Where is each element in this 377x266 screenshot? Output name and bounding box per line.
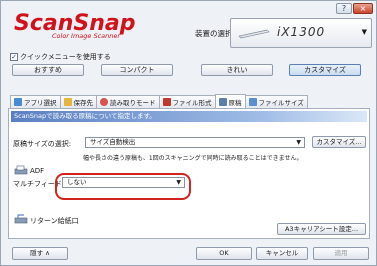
scanner-icon — [238, 29, 270, 39]
tab-file-size[interactable]: ファイルサイズ — [244, 95, 308, 108]
tab-scan-mode[interactable]: 読み取りモード — [96, 95, 160, 108]
paper-size-select[interactable]: サイズ自動検出 ▼ — [85, 137, 305, 148]
apply-button[interactable]: 適用 — [313, 247, 369, 260]
mode-recommended-button[interactable]: おすすめ — [12, 64, 84, 76]
chevron-up-icon: ∧ — [45, 249, 50, 257]
customize-size-button[interactable]: カスタマイズ... — [312, 136, 366, 148]
ok-button[interactable]: OK — [196, 247, 252, 260]
tab-label: 保存先 — [73, 99, 94, 107]
document-icon — [218, 97, 227, 106]
device-name: iX1300 — [277, 25, 326, 39]
device-select-label: 装置の選択 — [195, 29, 233, 38]
tab-label: 原稿 — [228, 98, 242, 107]
tab-document[interactable]: 原稿 — [214, 94, 246, 108]
device-select-dropdown[interactable]: iX1300 ▼ — [230, 18, 372, 48]
mode-customize-button[interactable]: カスタマイズ — [289, 64, 361, 76]
quick-menu-checkbox[interactable]: ✓ — [10, 53, 18, 61]
cancel-button[interactable]: キャンセル — [256, 247, 308, 260]
return-feed-icon — [14, 214, 28, 224]
return-feed-label: リターン給紙口 — [30, 217, 79, 225]
adf-icon — [14, 165, 28, 175]
help-button[interactable]: ? — [336, 3, 352, 14]
settings-tabs: アプリ選択 保存先 読み取りモード ファイル形式 原稿 ファイルサイズ — [10, 94, 308, 108]
scansnap-settings-window: ? × ScanSnap Color Image Scanner 装置の選択 i… — [0, 0, 377, 266]
hide-label: 隠す — [30, 249, 44, 257]
logo-subtitle: Color Image Scanner — [52, 32, 121, 40]
title-controls: ? × — [336, 3, 373, 14]
file-size-icon — [248, 98, 257, 106]
panel-banner: ScanSnapで読み取る原稿について指定します。 — [11, 111, 367, 122]
close-button[interactable]: × — [353, 3, 373, 14]
hide-button[interactable]: 隠す ∧ — [12, 247, 68, 260]
adf-label: ADF — [30, 167, 45, 175]
tab-label: ファイル形式 — [172, 99, 212, 107]
paper-size-note: 幅や長さの違う原稿も、1回のスキャニングで同時に読み取ることはできません。 — [83, 155, 303, 162]
carrier-sheet-settings-button[interactable]: A3キャリアシート設定... — [277, 223, 366, 235]
mode-clean-button[interactable]: きれい — [201, 64, 273, 76]
mode-compact-button[interactable]: コンパクト — [101, 64, 173, 76]
scan-mode-icon — [100, 98, 108, 106]
chevron-down-icon: ▼ — [361, 28, 367, 36]
scansnap-logo: ScanSnap Color Image Scanner — [14, 11, 136, 40]
quick-menu-option[interactable]: ✓ クイックメニューを使用する — [10, 52, 111, 62]
paper-size-value: サイズ自動検出 — [90, 138, 136, 146]
tab-label: アプリ選択 — [24, 99, 57, 107]
multifeed-highlight — [55, 173, 191, 200]
app-icon — [14, 98, 22, 106]
paper-size-label: 原稿サイズの選択: — [13, 140, 72, 148]
tab-label: 読み取りモード — [110, 99, 156, 107]
tab-app-select[interactable]: アプリ選択 — [10, 95, 61, 108]
tab-file-format[interactable]: ファイル形式 — [158, 95, 216, 108]
folder-icon — [63, 98, 72, 106]
quick-menu-label: クイックメニューを使用する — [20, 53, 111, 61]
tab-save-location[interactable]: 保存先 — [59, 95, 97, 108]
file-format-icon — [162, 98, 171, 106]
tab-label: ファイルサイズ — [258, 99, 304, 107]
chevron-down-icon: ▼ — [296, 139, 301, 146]
